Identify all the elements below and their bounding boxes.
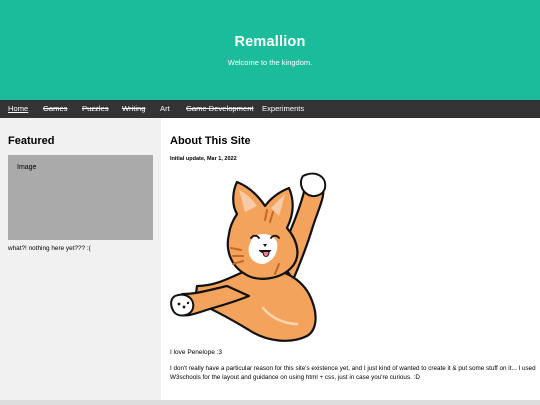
site-header: Remallion Welcome to the kingdom.: [0, 0, 540, 100]
main-heading: About This Site: [170, 135, 251, 147]
nav-link-art[interactable]: Art: [160, 100, 170, 118]
navbar: Home Games Puzzles Writing Art Game Deve…: [0, 100, 540, 118]
nav-link-home[interactable]: Home: [8, 100, 28, 118]
nav-link-writing[interactable]: Writing: [122, 100, 146, 118]
main-content: About This Site Initial update, Mar 1, 2…: [161, 118, 540, 400]
cat-illustration: [170, 172, 327, 342]
nav-link-experiments[interactable]: Experiments: [262, 100, 304, 118]
nav-link-game-development[interactable]: Game Development: [186, 100, 254, 118]
sidebar-heading: Featured: [8, 135, 55, 147]
nav-link-puzzles[interactable]: Puzzles: [82, 100, 109, 118]
site-tagline: Welcome to the kingdom.: [227, 58, 313, 67]
featured-image-placeholder: Image: [8, 155, 153, 240]
about-text: I don't really have a particular reason …: [170, 365, 536, 381]
cat-caption: I love Penelope :3: [170, 349, 223, 356]
site-title: Remallion: [234, 34, 306, 50]
footer: [0, 400, 540, 405]
update-date: Initial update, Mar 1, 2022: [170, 156, 237, 162]
placeholder-label: Image: [17, 164, 37, 171]
sidebar: Featured Image what?! nothing here yet??…: [0, 118, 161, 400]
nav-link-games[interactable]: Games: [43, 100, 67, 118]
sidebar-note: what?! nothing here yet??? :(: [8, 245, 91, 252]
